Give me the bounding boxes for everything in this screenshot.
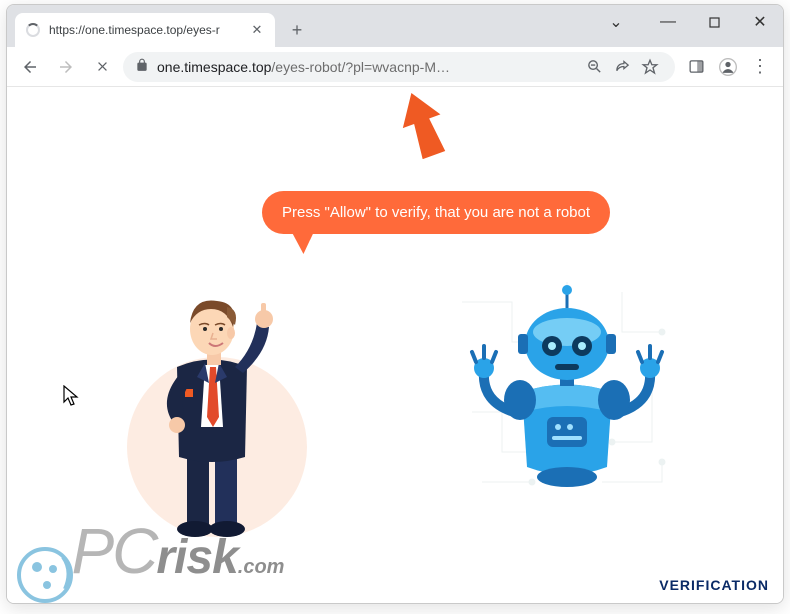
title-bar: https://one.timespace.top/eyes-r ✕ + ⌄ —… xyxy=(7,5,783,47)
page-viewport: Press "Allow" to verify, that you are no… xyxy=(7,87,783,603)
stop-reload-button[interactable] xyxy=(87,52,117,82)
star-icon xyxy=(641,58,659,76)
address-bar[interactable]: one.timespace.top/eyes-robot/?pl=wvacnp-… xyxy=(123,52,675,82)
verification-label: VERIFICATION xyxy=(659,577,769,593)
window-close-button[interactable]: ✕ xyxy=(737,5,783,39)
url-host: one.timespace.top xyxy=(157,59,271,75)
profile-button[interactable] xyxy=(713,52,743,82)
back-arrow-icon xyxy=(21,58,39,76)
minimize-button[interactable]: — xyxy=(645,5,691,39)
forward-button[interactable] xyxy=(51,52,81,82)
annotation-arrow-icon xyxy=(399,91,447,159)
panel-icon xyxy=(688,58,705,75)
menu-button[interactable]: ⋮ xyxy=(745,52,775,82)
omnibox-actions xyxy=(581,54,663,80)
side-panel-button[interactable] xyxy=(681,52,711,82)
browser-window: https://one.timespace.top/eyes-r ✕ + ⌄ —… xyxy=(6,4,784,604)
loading-spinner-icon xyxy=(25,22,41,38)
url-text: one.timespace.top/eyes-robot/?pl=wvacnp-… xyxy=(157,59,450,75)
watermark-risk: risk xyxy=(156,531,237,584)
magnifier-icon xyxy=(586,58,603,75)
active-tab[interactable]: https://one.timespace.top/eyes-r ✕ xyxy=(15,13,275,47)
businessman-graphic xyxy=(127,257,307,537)
maximize-button[interactable] xyxy=(691,5,737,39)
zoom-button[interactable] xyxy=(581,54,607,80)
bubble-text: Press "Allow" to verify, that you are no… xyxy=(282,204,590,221)
tab-close-button[interactable]: ✕ xyxy=(249,22,265,38)
forward-arrow-icon xyxy=(57,58,75,76)
speech-bubble: Press "Allow" to verify, that you are no… xyxy=(262,191,610,234)
tab-title: https://one.timespace.top/eyes-r xyxy=(49,23,249,37)
watermark-com: .com xyxy=(238,556,285,578)
mouse-cursor-icon xyxy=(63,385,79,407)
tab-search-button[interactable]: ⌄ xyxy=(593,5,639,39)
profile-icon xyxy=(718,57,738,77)
watermark-logo-icon xyxy=(17,547,73,603)
lock-icon xyxy=(135,58,149,75)
bookmark-button[interactable] xyxy=(637,54,663,80)
share-button[interactable] xyxy=(609,54,635,80)
robot-graphic xyxy=(452,272,682,512)
window-controls: ⌄ — ✕ xyxy=(593,5,783,39)
stop-icon xyxy=(95,59,110,74)
new-tab-button[interactable]: + xyxy=(283,16,311,44)
maximize-icon xyxy=(709,17,720,28)
back-button[interactable] xyxy=(15,52,45,82)
share-icon xyxy=(614,58,631,75)
url-path: /eyes-robot/?pl=wvacnp-M… xyxy=(271,59,450,75)
toolbar: one.timespace.top/eyes-robot/?pl=wvacnp-… xyxy=(7,47,783,87)
